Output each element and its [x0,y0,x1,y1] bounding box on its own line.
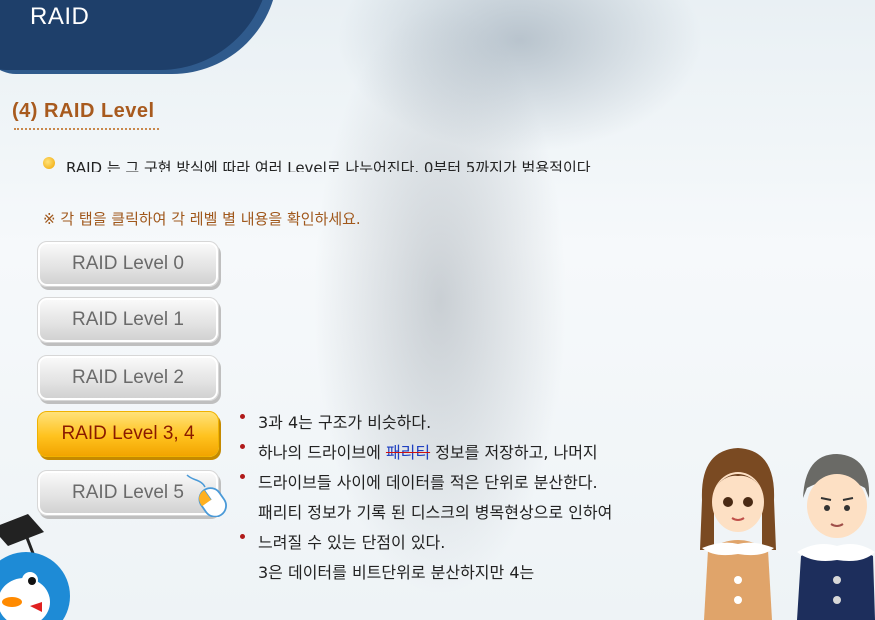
list-item: 드라이브들 사이에 데이터를 적은 단위로 분산한다. [240,468,710,498]
tab-raid-level-0[interactable]: RAID Level 0 [37,241,219,287]
parity-word: 패리티 [385,443,431,462]
tab-raid-level-1[interactable]: RAID Level 1 [37,297,219,343]
list-item: 느려질 수 있는 단점이 있다. [240,528,710,558]
graduation-penguin-icon [0,514,70,620]
content-list: 3과 4는 구조가 비슷하다. 하나의 드라이브에 패리티 정보를 저장하고, … [240,408,710,588]
bullet-icon [240,474,245,479]
list-item: 3과 4는 구조가 비슷하다. [240,408,710,438]
list-item: 패리티 정보가 기록 된 디스크의 병목현상으로 인하여 [258,503,613,522]
bullet-icon [240,534,245,539]
list-item: 하나의 드라이브에 패리티 정보를 저장하고, 나머지 [240,438,710,468]
tab-raid-level-3-4[interactable]: RAID Level 3, 4 [37,411,219,457]
notice-text: ※ 각 탭을 클릭하여 각 레벨 별 내용을 확인하세요. [43,210,361,228]
section-underline [14,128,159,134]
section-title: (4) RAID Level [12,100,155,122]
list-item: 3은 데이터를 비트단위로 분산하지만 4는 [258,563,535,582]
tab-raid-level-2[interactable]: RAID Level 2 [37,355,219,401]
page-title: RAID [30,3,90,30]
man-character [797,454,875,620]
bullet-icon [240,444,245,449]
mouse-cursor-icon [186,474,227,517]
girl-character [700,448,776,620]
intro-text: RAID 는 그 구현 방식에 따라 여러 Level로 나누어진다. 0부터 … [66,159,591,172]
bullet-icon [240,414,245,419]
bullet-icon [43,157,55,169]
